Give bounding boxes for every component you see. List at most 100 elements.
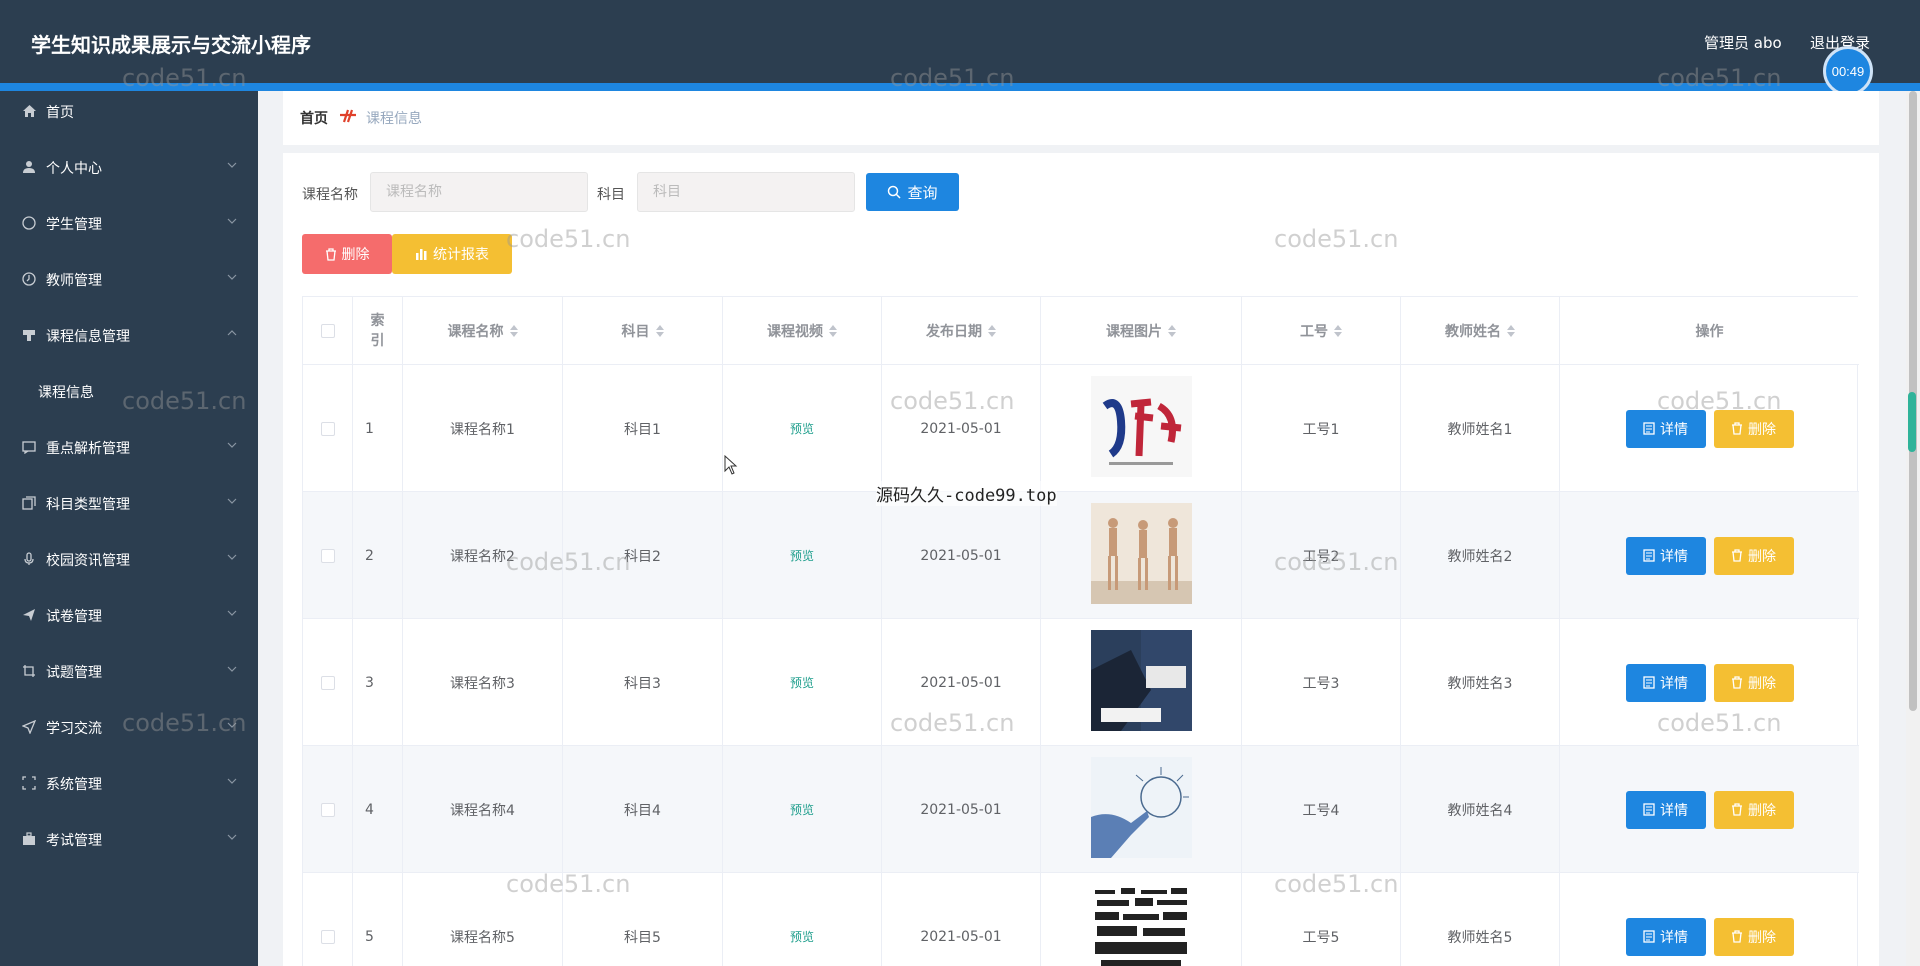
video-preview-link[interactable]: 预览 bbox=[790, 420, 814, 437]
breadcrumb: 首页 课程信息 bbox=[283, 91, 1879, 145]
stats-report-button[interactable]: 统计报表 bbox=[392, 234, 512, 274]
table-row: 1 课程名称1 科目1 预览 2021-05-01 工号1 教师姓名1 详情 删除 bbox=[303, 365, 1859, 492]
top-header: 学生知识成果展示与交流小程序 管理员 abo 退出登录 bbox=[0, 0, 1920, 83]
sort-icon[interactable] bbox=[509, 325, 518, 337]
detail-button[interactable]: 详情 bbox=[1625, 917, 1706, 956]
sidebar-item-label: 课程信息管理 bbox=[46, 329, 130, 345]
sidebar-item-personal-center[interactable]: 个人中心 bbox=[0, 147, 258, 187]
row-checkbox[interactable] bbox=[320, 675, 335, 690]
sort-icon[interactable] bbox=[1168, 325, 1176, 337]
row-checkbox[interactable] bbox=[320, 548, 335, 563]
header-teacher[interactable]: 教师姓名 bbox=[1401, 297, 1560, 365]
chevron-down-icon bbox=[227, 610, 237, 616]
header-date[interactable]: 发布日期 bbox=[882, 297, 1041, 365]
cell-image bbox=[1041, 365, 1242, 492]
copy-icon bbox=[21, 495, 37, 511]
sidebar-item-teachers[interactable]: 教师管理 bbox=[0, 259, 258, 299]
course-name-input[interactable] bbox=[370, 172, 588, 212]
detail-button[interactable]: 详情 bbox=[1625, 663, 1706, 702]
sidebar-item-students[interactable]: 学生管理 bbox=[0, 203, 258, 243]
detail-button[interactable]: 详情 bbox=[1625, 790, 1706, 829]
video-preview-link[interactable]: 预览 bbox=[790, 928, 814, 945]
vocabulary-words-image[interactable] bbox=[1090, 884, 1192, 966]
row-checkbox[interactable] bbox=[320, 421, 335, 436]
video-preview-link[interactable]: 预览 bbox=[790, 801, 814, 818]
cell-teacher: 教师姓名5 bbox=[1401, 873, 1560, 966]
header-image[interactable]: 课程图片 bbox=[1041, 297, 1242, 365]
sidebar-item-questions[interactable]: 试题管理 bbox=[0, 651, 258, 691]
sidebar-item-study-exchange[interactable]: 学习交流 bbox=[0, 707, 258, 747]
sidebar-item-exam-papers[interactable]: 试卷管理 bbox=[0, 595, 258, 635]
row-checkbox[interactable] bbox=[320, 802, 335, 817]
table-row: 2 课程名称2 科目2 预览 2021-05-01 工号2 教师姓名2 详情 删除 bbox=[303, 492, 1859, 619]
detail-button[interactable]: 详情 bbox=[1625, 409, 1706, 448]
cell-date: 2021-05-01 bbox=[882, 873, 1041, 966]
video-preview-link[interactable]: 预览 bbox=[790, 674, 814, 691]
page-scrollbar[interactable] bbox=[1906, 91, 1920, 966]
row-delete-button[interactable]: 删除 bbox=[1713, 790, 1794, 829]
subject-input[interactable] bbox=[637, 172, 855, 212]
header-subject[interactable]: 科目 bbox=[563, 297, 723, 365]
header-index: 索引 bbox=[353, 297, 403, 365]
row-delete-button[interactable]: 删除 bbox=[1713, 536, 1794, 575]
cell-job-no: 工号5 bbox=[1242, 873, 1401, 966]
cell-ops: 详情 删除 bbox=[1560, 746, 1859, 873]
sidebar-item-label: 系统管理 bbox=[46, 777, 102, 793]
row-delete-button[interactable]: 删除 bbox=[1713, 409, 1794, 448]
sort-icon[interactable] bbox=[655, 325, 664, 337]
course-table: 索引 课程名称 科目 课程视频 发布日期 课程图片 工号 教师姓名 操作 1 课程… bbox=[302, 296, 1859, 966]
detail-button-label: 详情 bbox=[1660, 675, 1688, 692]
video-preview-link[interactable]: 预览 bbox=[790, 547, 814, 564]
header-ops: 操作 bbox=[1560, 297, 1859, 365]
cell-image bbox=[1041, 873, 1242, 966]
cell-ops: 详情 删除 bbox=[1560, 492, 1859, 619]
business-training-image[interactable] bbox=[1090, 757, 1192, 862]
header-video[interactable]: 课程视频 bbox=[723, 297, 882, 365]
row-delete-label: 删除 bbox=[1748, 675, 1776, 692]
sort-icon[interactable] bbox=[988, 325, 996, 337]
sort-icon[interactable] bbox=[829, 325, 837, 337]
cell-index: 2 bbox=[353, 492, 403, 619]
batch-delete-button[interactable]: 删除 bbox=[302, 234, 392, 274]
sidebar-item-system[interactable]: 系统管理 bbox=[0, 763, 258, 803]
row-delete-button[interactable]: 删除 bbox=[1713, 917, 1794, 956]
chevron-down-icon bbox=[227, 722, 237, 728]
sidebar-subitem-course-info[interactable]: 课程信息 bbox=[0, 371, 258, 411]
cell-video: 预览 bbox=[723, 492, 882, 619]
sidebar-item-course-info-mgmt[interactable]: 课程信息管理 bbox=[0, 315, 258, 355]
cell-video: 预览 bbox=[723, 365, 882, 492]
sort-icon[interactable] bbox=[1334, 325, 1342, 337]
microphone-icon bbox=[21, 551, 37, 567]
business-person-image[interactable] bbox=[1090, 630, 1192, 735]
cell-image bbox=[1041, 746, 1242, 873]
cell-teacher: 教师姓名3 bbox=[1401, 619, 1560, 746]
header-course-name[interactable]: 课程名称 bbox=[403, 297, 563, 365]
select-all-checkbox[interactable] bbox=[320, 324, 335, 338]
chevron-up-icon bbox=[227, 330, 237, 336]
sidebar-item-campus-news[interactable]: 校园资讯管理 bbox=[0, 539, 258, 579]
sort-icon[interactable] bbox=[1507, 325, 1515, 337]
bar-chart-icon bbox=[416, 249, 427, 260]
row-delete-button[interactable]: 删除 bbox=[1713, 663, 1794, 702]
sidebar-item-label: 试卷管理 bbox=[46, 609, 102, 625]
sidebar-item-subject-types[interactable]: 科目类型管理 bbox=[0, 483, 258, 523]
sidebar-item-home[interactable]: 首页 bbox=[0, 91, 258, 131]
detail-button[interactable]: 详情 bbox=[1625, 536, 1706, 575]
sidebar-item-exams[interactable]: 考试管理 bbox=[0, 819, 258, 859]
query-button[interactable]: 查询 bbox=[866, 173, 959, 211]
calligraphy-poster-image[interactable] bbox=[1090, 376, 1192, 481]
cell-select bbox=[303, 746, 353, 873]
row-checkbox[interactable] bbox=[320, 929, 335, 944]
dancers-image[interactable] bbox=[1090, 503, 1192, 608]
sidebar-item-key-analysis[interactable]: 重点解析管理 bbox=[0, 427, 258, 467]
cell-date: 2021-05-01 bbox=[882, 365, 1041, 492]
header-job-no[interactable]: 工号 bbox=[1242, 297, 1401, 365]
cell-date: 2021-05-01 bbox=[882, 492, 1041, 619]
table-row: 4 课程名称4 科目4 预览 2021-05-01 工号4 教师姓名4 详情 删除 bbox=[303, 746, 1859, 873]
breadcrumb-home[interactable]: 首页 bbox=[300, 108, 328, 128]
chevron-down-icon bbox=[227, 554, 237, 560]
header-date-label: 发布日期 bbox=[926, 324, 982, 340]
query-button-label: 查询 bbox=[907, 183, 938, 202]
chevron-down-icon bbox=[227, 162, 237, 168]
header-index-label: 索引 bbox=[370, 313, 385, 349]
